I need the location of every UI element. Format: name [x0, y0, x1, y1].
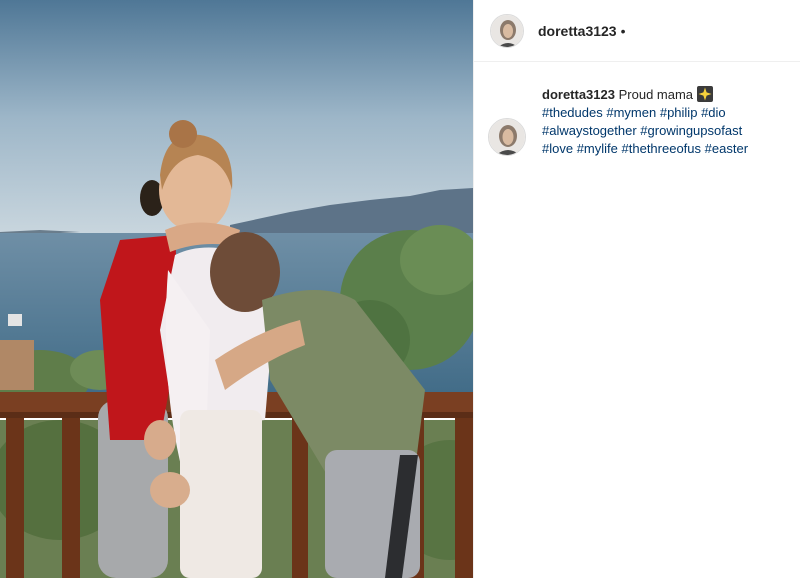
header-username[interactable]: doretta3123: [538, 23, 617, 39]
hashtag-link[interactable]: #mylife: [577, 141, 618, 156]
hashtag-link[interactable]: #thedudes: [542, 105, 603, 120]
post-header: doretta3123 •: [474, 0, 800, 62]
hashtag-link[interactable]: #philip: [660, 105, 698, 120]
hashtag-link[interactable]: #alwaystogether: [542, 123, 637, 138]
hashtag-link[interactable]: #thethreeofus: [622, 141, 702, 156]
photo-illustration: [0, 0, 473, 578]
avatar-image: [491, 14, 523, 47]
post-photo[interactable]: [0, 0, 473, 578]
hashtag-link[interactable]: #dio: [701, 105, 726, 120]
caption-comment: doretta3123 Proud mama #thedudes #mymen …: [474, 62, 800, 158]
post-modal: doretta3123 • doretta3123 Proud mama #th…: [0, 0, 800, 578]
sparkle-emoji-icon: [697, 86, 714, 102]
hashtag-link[interactable]: #mymen: [606, 105, 656, 120]
caption-avatar[interactable]: [488, 118, 526, 156]
hashtag-link[interactable]: #love: [542, 141, 573, 156]
header-separator-dot: •: [620, 22, 626, 39]
caption-text: Proud mama: [618, 87, 694, 102]
hashtag-link[interactable]: #growingupsofast: [640, 123, 742, 138]
caption-username[interactable]: doretta3123: [542, 87, 615, 102]
hashtag-link[interactable]: #easter: [705, 141, 748, 156]
post-details-panel: doretta3123 • doretta3123 Proud mama #th…: [473, 0, 800, 578]
avatar-image: [489, 119, 525, 155]
user-avatar[interactable]: [490, 13, 524, 48]
caption-body: doretta3123 Proud mama #thedudes #mymen …: [542, 86, 800, 158]
